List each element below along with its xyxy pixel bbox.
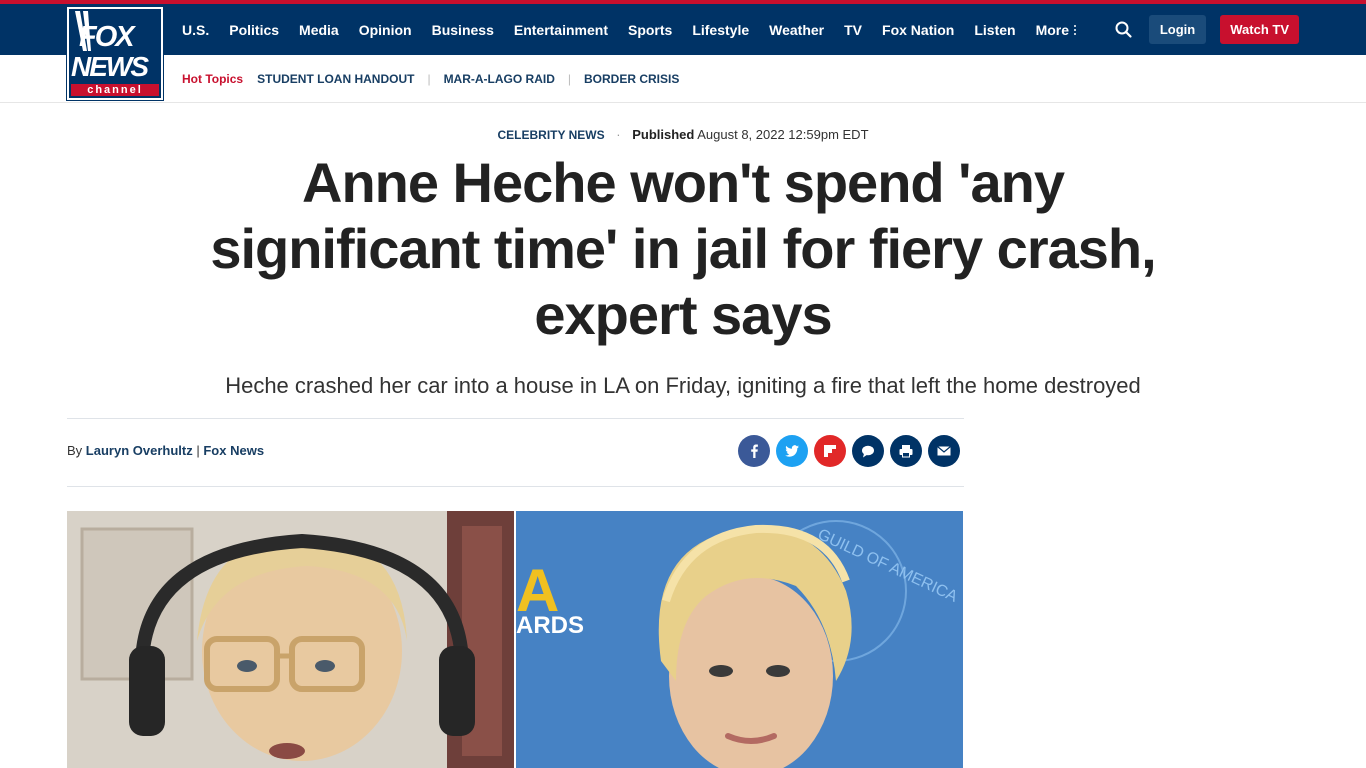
main-navbar: U.S. Politics Media Opinion Business Ent… xyxy=(0,4,1366,55)
hot-topic-border-crisis[interactable]: BORDER CRISIS xyxy=(584,72,679,86)
nav-links: U.S. Politics Media Opinion Business Ent… xyxy=(172,4,1086,55)
hot-topic-student-loan[interactable]: STUDENT LOAN HANDOUT xyxy=(257,72,414,86)
watch-tv-button[interactable]: Watch TV xyxy=(1220,15,1299,44)
nav-item-lifestyle[interactable]: Lifestyle xyxy=(682,22,759,38)
article-meta: CELEBRITY NEWS · Published August 8, 202… xyxy=(0,127,1366,142)
author-link[interactable]: Lauryn Overhultz xyxy=(86,443,193,458)
logo-word-channel: channel xyxy=(71,84,159,96)
published-date: August 8, 2022 12:59pm EDT xyxy=(697,127,869,142)
logo-word-fox: FOX xyxy=(79,21,135,53)
topic-divider: | xyxy=(427,72,431,86)
facebook-icon[interactable] xyxy=(738,435,770,467)
search-icon[interactable] xyxy=(1113,19,1135,41)
byline-divider: | xyxy=(196,443,200,458)
by-label: By xyxy=(67,443,83,458)
nav-item-entertainment[interactable]: Entertainment xyxy=(504,22,618,38)
email-icon[interactable] xyxy=(928,435,960,467)
published-label: Published xyxy=(632,127,695,142)
article-subhead: Heche crashed her car into a house in LA… xyxy=(225,373,1141,398)
share-buttons xyxy=(738,435,960,467)
more-dots-icon xyxy=(1074,24,1077,35)
hot-topics-label: Hot Topics xyxy=(182,72,244,86)
login-button[interactable]: Login xyxy=(1148,15,1207,44)
nav-actions: Login Watch TV xyxy=(1113,4,1299,55)
logo-word-news: NEWS xyxy=(71,51,149,82)
nav-item-media[interactable]: Media xyxy=(289,22,349,38)
nav-item-tv[interactable]: TV xyxy=(834,22,872,38)
hot-topic-mar-a-lago[interactable]: MAR-A-LAGO RAID xyxy=(444,72,555,86)
nav-item-opinion[interactable]: Opinion xyxy=(349,22,422,38)
print-icon[interactable] xyxy=(890,435,922,467)
nav-item-us[interactable]: U.S. xyxy=(172,22,219,38)
article-headline: Anne Heche won't spend 'any significant … xyxy=(210,151,1156,346)
divider xyxy=(67,418,964,419)
nav-item-sports[interactable]: Sports xyxy=(618,22,682,38)
nav-item-fox-nation[interactable]: Fox Nation xyxy=(872,22,964,38)
twitter-icon[interactable] xyxy=(776,435,808,467)
meta-dot: · xyxy=(616,127,621,142)
byline: By Lauryn Overhultz | Fox News xyxy=(67,443,264,458)
nav-item-politics[interactable]: Politics xyxy=(219,22,289,38)
nav-more-label: More xyxy=(1035,21,1070,38)
topic-divider: | xyxy=(567,72,572,86)
flipboard-icon[interactable] xyxy=(814,435,846,467)
category-link[interactable]: CELEBRITY NEWS xyxy=(497,128,604,142)
nav-item-business[interactable]: Business xyxy=(422,22,504,38)
article-image-right: A ARDS GUILD OF AMERICA xyxy=(516,511,963,768)
nav-item-listen[interactable]: Listen xyxy=(964,22,1025,38)
outlet-link[interactable]: Fox News xyxy=(203,443,264,458)
backdrop-word: ARDS xyxy=(516,612,584,639)
article-image-left xyxy=(67,511,514,768)
nav-more-menu[interactable]: More xyxy=(1026,22,1086,38)
nav-item-weather[interactable]: Weather xyxy=(759,22,834,38)
fox-news-logo[interactable]: FOX NEWS channel xyxy=(66,6,164,101)
divider xyxy=(67,486,964,487)
comments-icon[interactable] xyxy=(852,435,884,467)
hot-topics-bar: Hot Topics STUDENT LOAN HANDOUT | MAR-A-… xyxy=(0,55,1366,103)
